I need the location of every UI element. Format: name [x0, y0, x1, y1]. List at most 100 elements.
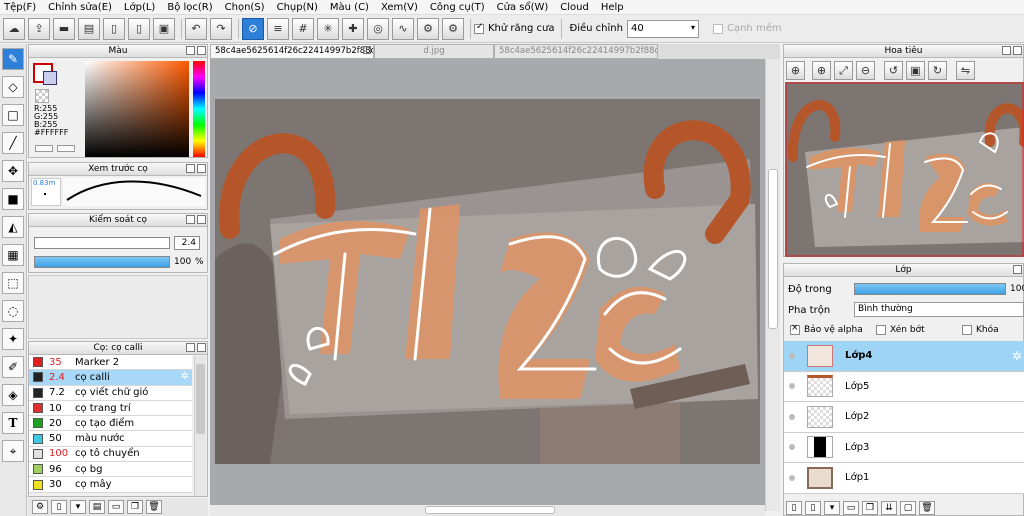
- settings-snap-icon[interactable]: ⚙: [417, 17, 439, 40]
- gradient-tool-icon[interactable]: ▦: [2, 244, 24, 266]
- brush-list-item[interactable]: 35 Marker 2: [29, 355, 192, 371]
- smooth-edge-checkbox[interactable]: [712, 23, 723, 34]
- panel-detach-icon[interactable]: [1013, 265, 1022, 274]
- layer-row[interactable]: Lớp5: [784, 371, 1024, 402]
- panel-close-icon[interactable]: [197, 215, 206, 224]
- panel-detach-icon[interactable]: [186, 46, 195, 55]
- gear-icon[interactable]: ⚙: [442, 17, 464, 40]
- new-brush-icon[interactable]: ▯: [51, 500, 67, 514]
- menu-select[interactable]: Chọn(S): [225, 2, 265, 13]
- panel-close-icon[interactable]: [197, 46, 206, 55]
- reset-view-icon[interactable]: ▣: [906, 61, 925, 80]
- clipping-checkbox[interactable]: [876, 325, 886, 335]
- crosshair-snap-icon[interactable]: ✚: [342, 17, 364, 40]
- fill-rect-tool-icon[interactable]: ■: [2, 188, 24, 210]
- brush-size-value[interactable]: 2.4: [174, 236, 200, 250]
- layer-folder-icon[interactable]: ▭: [843, 501, 859, 515]
- brush-menu-icon[interactable]: ▾: [70, 500, 86, 514]
- brush-settings-icon[interactable]: ⚙: [32, 500, 48, 514]
- lock-checkbox[interactable]: [962, 325, 972, 335]
- layer-visibility-icon[interactable]: [789, 413, 795, 420]
- circle-snap-icon[interactable]: ◎: [367, 17, 389, 40]
- brush-delete-icon[interactable]: 🗑: [146, 500, 162, 514]
- brush-duplicate-icon[interactable]: ❐: [127, 500, 143, 514]
- panel-close-icon[interactable]: [197, 164, 206, 173]
- canvas-vertical-scrollbar[interactable]: [765, 59, 780, 511]
- brush-settings-gear-icon[interactable]: ✲: [181, 371, 189, 382]
- brush-list-scroll-thumb[interactable]: [196, 364, 205, 434]
- layer-copy-icon[interactable]: ❐: [862, 501, 878, 515]
- canvas-hscroll-thumb[interactable]: [425, 506, 555, 514]
- brush-list-scrollbar[interactable]: [194, 356, 206, 496]
- fit-icon[interactable]: ⤢: [834, 61, 853, 80]
- layer-visibility-icon[interactable]: [789, 474, 795, 481]
- brush-size-slider[interactable]: [34, 237, 170, 249]
- canvas-vscroll-thumb[interactable]: [768, 169, 778, 329]
- background-color-swatch[interactable]: [43, 71, 57, 85]
- canvas-icon[interactable]: ▣: [153, 17, 175, 40]
- layer-visibility-icon[interactable]: [789, 383, 795, 390]
- menu-cloud[interactable]: Cloud: [560, 2, 589, 13]
- text-tool-icon[interactable]: T: [2, 412, 24, 434]
- lasso-tool-icon[interactable]: ◌: [2, 300, 24, 322]
- layer-settings-gear-icon[interactable]: ✲: [1012, 349, 1022, 363]
- eraser-tool-icon[interactable]: ◇: [2, 76, 24, 98]
- panel-detach-icon[interactable]: [186, 215, 195, 224]
- tab-document-1[interactable]: 58c4ae5625614f26c22414997b2f88c7.jpg: [210, 44, 374, 59]
- tab-document-3[interactable]: 58c4ae5625614f26c22414997b2f88c7.jpg: [494, 44, 658, 59]
- panel-detach-icon[interactable]: [1002, 46, 1011, 55]
- color-mode-button[interactable]: [35, 145, 53, 152]
- speech-bubble-icon[interactable]: ▬: [53, 17, 75, 40]
- clipping-option[interactable]: Xén bớt: [876, 325, 925, 335]
- zoom-out-icon[interactable]: ⊖: [856, 61, 875, 80]
- navigator-preview[interactable]: [785, 82, 1024, 257]
- layer-visibility-icon[interactable]: [789, 444, 795, 451]
- layer-clear-icon[interactable]: ▢: [900, 501, 916, 515]
- zoom-in-icon[interactable]: ⊕: [812, 61, 831, 80]
- brush-list-item[interactable]: 10 cọ trang trí: [29, 400, 192, 417]
- layer-opacity-slider[interactable]: [854, 283, 1006, 295]
- undo-icon[interactable]: ↶: [185, 17, 207, 40]
- panel-detach-icon[interactable]: [186, 164, 195, 173]
- tab-document-2[interactable]: d.jpg: [374, 44, 494, 59]
- menu-edit[interactable]: Chỉnh sửa(E): [48, 2, 112, 13]
- brush-folder-icon[interactable]: ▭: [108, 500, 124, 514]
- canvas-horizontal-scrollbar[interactable]: [210, 505, 765, 516]
- rectangle-tool-icon[interactable]: □: [2, 104, 24, 126]
- redo-icon[interactable]: ↷: [210, 17, 232, 40]
- menu-capture[interactable]: Chụp(N): [277, 2, 318, 13]
- grid-snap-icon[interactable]: #: [292, 17, 314, 40]
- brush-opacity-slider[interactable]: [34, 256, 170, 268]
- brush-tool-icon[interactable]: ✎: [2, 48, 24, 70]
- radial-snap-icon[interactable]: ✳: [317, 17, 339, 40]
- no-snap-icon[interactable]: ⊘: [242, 17, 264, 40]
- layer-row[interactable]: Lớp1: [784, 463, 1024, 494]
- bucket-tool-icon[interactable]: ◭: [2, 216, 24, 238]
- file-icon[interactable]: ▯: [103, 17, 125, 40]
- menu-file[interactable]: Tệp(F): [4, 2, 36, 13]
- menu-window[interactable]: Cửa sổ(W): [497, 2, 549, 13]
- select-pen-tool-icon[interactable]: ✐: [2, 356, 24, 378]
- canvas-area[interactable]: [210, 59, 765, 511]
- eyedropper-tool-icon[interactable]: ⌖: [2, 440, 24, 462]
- lock-option[interactable]: Khóa: [962, 325, 999, 335]
- cloud-icon[interactable]: ☁: [3, 17, 25, 40]
- brush-list-item[interactable]: 7.2 cọ viết chữ gió: [29, 385, 192, 401]
- brush-list-item[interactable]: 96 cọ bg: [29, 462, 192, 478]
- flip-icon[interactable]: ⇋: [956, 61, 975, 80]
- select-rect-tool-icon[interactable]: ⬚: [2, 272, 24, 294]
- export-icon[interactable]: ⇪: [28, 17, 50, 40]
- rotate-right-icon[interactable]: ↻: [928, 61, 947, 80]
- layer-row[interactable]: Lớp3: [784, 432, 1024, 463]
- protect-alpha-checkbox[interactable]: ×: [790, 323, 800, 335]
- menu-color[interactable]: Màu (C): [330, 2, 369, 13]
- menu-tools[interactable]: Công cụ(T): [430, 2, 485, 13]
- brush-copy-icon[interactable]: ▤: [89, 500, 105, 514]
- blend-mode-dropdown[interactable]: Bình thường: [854, 302, 1024, 317]
- layer-merge-icon[interactable]: ⇊: [881, 501, 897, 515]
- layer-delete-icon[interactable]: 🗑: [919, 501, 935, 515]
- antialias-checkbox[interactable]: ✓: [474, 22, 484, 34]
- panel-detach-icon[interactable]: [186, 343, 195, 352]
- tab-close-icon[interactable]: [363, 46, 371, 54]
- color-mode-button-2[interactable]: [57, 145, 75, 152]
